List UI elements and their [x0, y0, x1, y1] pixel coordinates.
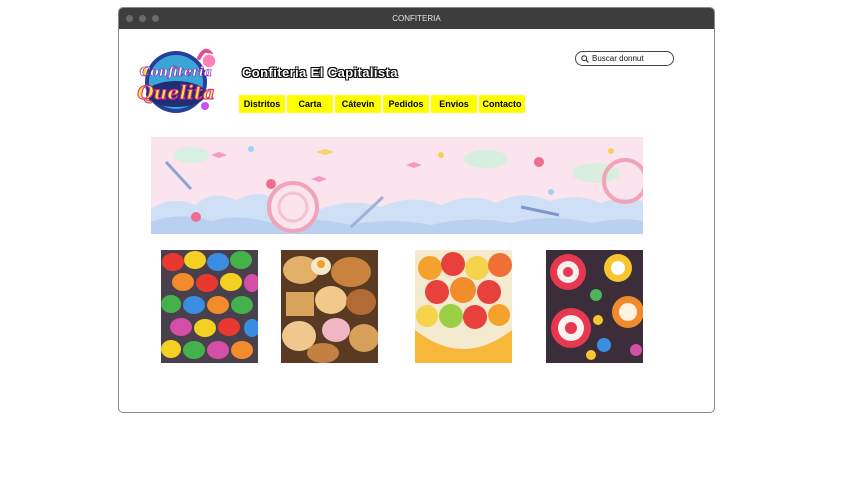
logo-line2: Quelita: [137, 82, 215, 104]
main-nav: Distritos Carta Cátevin Pedidos Envios C…: [239, 95, 527, 113]
nav-item-contacto[interactable]: Contacto: [479, 95, 525, 113]
nav-item-carta[interactable]: Carta: [287, 95, 333, 113]
product-image-pastries[interactable]: [281, 250, 378, 363]
search-icon: [581, 54, 589, 63]
maximize-window-icon[interactable]: [152, 15, 159, 22]
close-window-icon[interactable]: [126, 15, 133, 22]
nav-item-catevin[interactable]: Cátevin: [335, 95, 381, 113]
nav-item-envios[interactable]: Envios: [431, 95, 477, 113]
nav-item-pedidos[interactable]: Pedidos: [383, 95, 429, 113]
product-image-lollipops[interactable]: [546, 250, 643, 363]
candy-banner: [151, 137, 643, 234]
nav-item-distritos[interactable]: Distritos: [239, 95, 285, 113]
product-image-candy-buttons[interactable]: [161, 250, 258, 363]
site-logo[interactable]: Confiteria Quelita: [129, 44, 219, 116]
minimize-window-icon[interactable]: [139, 15, 146, 22]
product-image-gummies[interactable]: [415, 250, 512, 363]
window-title: CONFITERIA: [392, 14, 441, 23]
search-input[interactable]: [589, 54, 670, 63]
browser-window: CONFITERIA Confiteria Quelita Confiteria…: [118, 7, 715, 413]
search-box[interactable]: [575, 51, 674, 66]
page-title: Confiteria El Capitalista: [242, 65, 398, 80]
logo-line1: Confiteria: [140, 65, 212, 80]
title-bar: CONFITERIA: [119, 8, 714, 29]
